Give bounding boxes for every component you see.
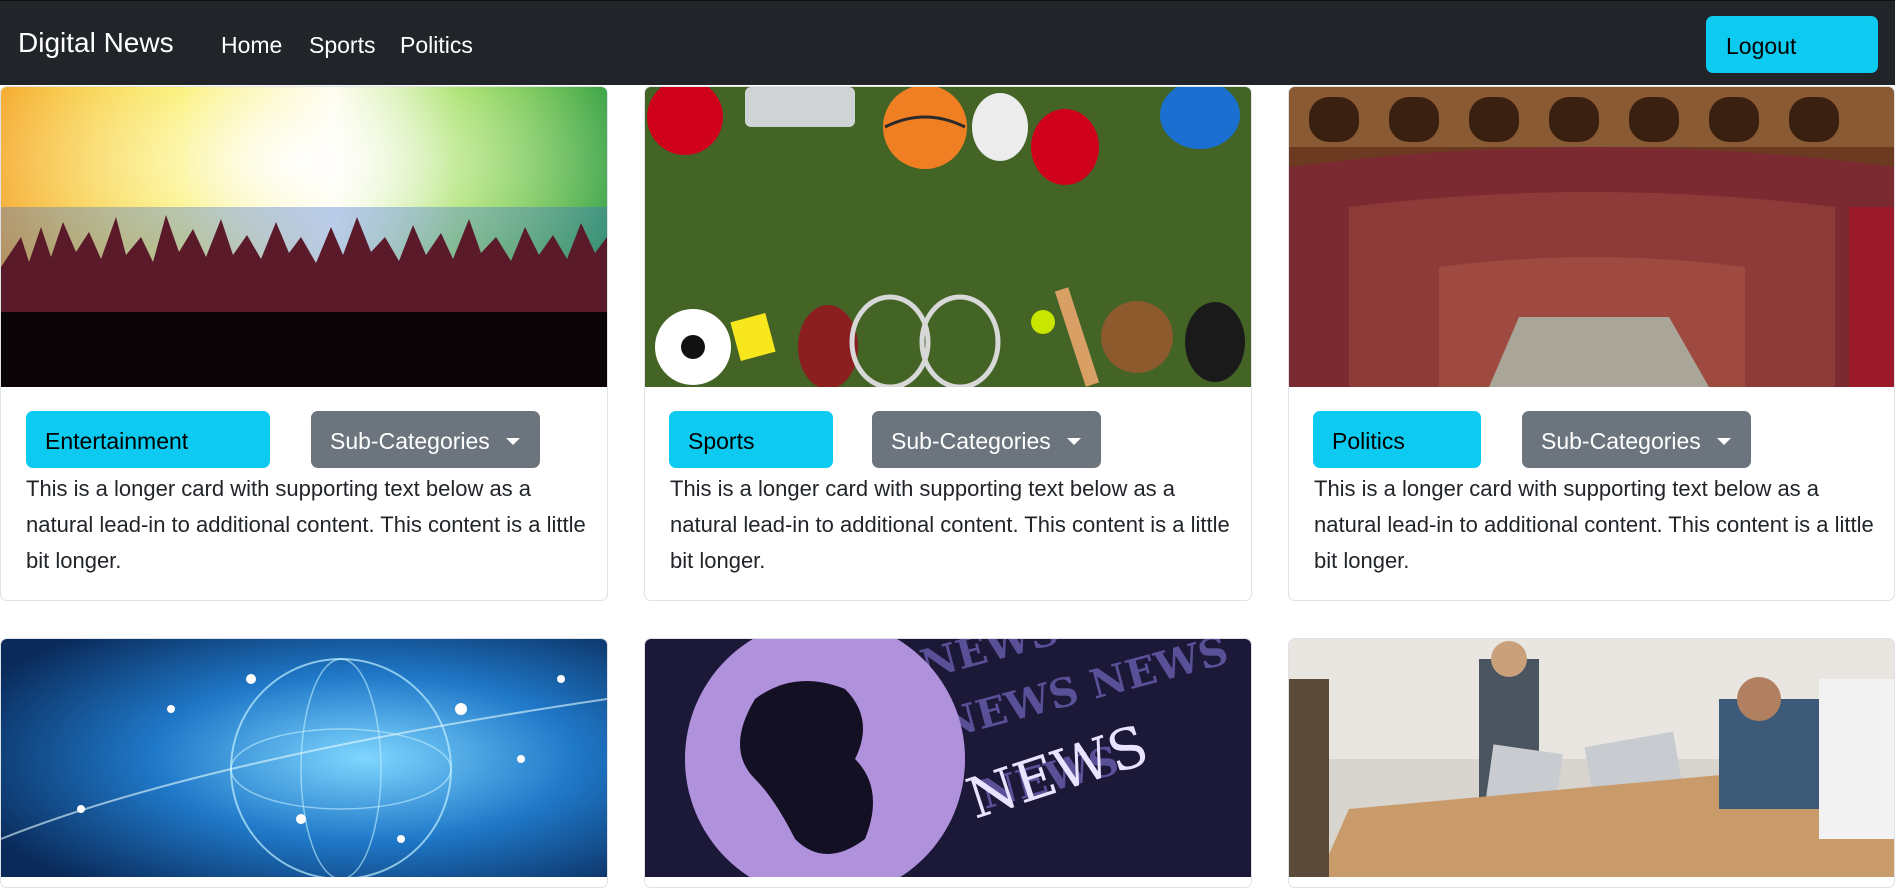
subcategories-label: Sub-Categories: [330, 428, 490, 454]
news-globe-image: NEWS NEWS NEWS NEWS NEWS NEWS: [645, 639, 1251, 877]
card-text: This is a longer card with supporting te…: [1314, 476, 1874, 573]
business-meeting-image: [1289, 639, 1894, 877]
caret-down-icon: [1717, 438, 1731, 445]
subcategories-dropdown[interactable]: Sub-Categories: [872, 411, 1101, 468]
caret-down-icon: [1067, 438, 1081, 445]
logout-button[interactable]: Logout: [1706, 16, 1878, 73]
caret-down-icon: [506, 438, 520, 445]
parliament-chamber-image: [1289, 87, 1894, 387]
concert-crowd-image: [1, 87, 607, 387]
card-text: This is a longer card with supporting te…: [670, 476, 1230, 573]
card-sports: Sports Sub-Categories This is a longer c…: [644, 86, 1252, 601]
sports-equipment-image: [645, 87, 1251, 387]
card-news: NEWS NEWS NEWS NEWS NEWS NEWS: [644, 638, 1252, 888]
global-network-image: [1, 639, 607, 877]
category-entertainment-button[interactable]: Entertainment: [26, 411, 270, 468]
nav-link-politics[interactable]: Politics: [400, 32, 473, 59]
card-text: This is a longer card with supporting te…: [26, 476, 586, 573]
subcategories-dropdown[interactable]: Sub-Categories: [1522, 411, 1751, 468]
navbar: Digital News Home Sports Politics Logout: [0, 0, 1895, 85]
card-business: [1288, 638, 1895, 888]
category-politics-button[interactable]: Politics: [1313, 411, 1481, 468]
category-sports-button[interactable]: Sports: [669, 411, 833, 468]
subcategories-label: Sub-Categories: [891, 428, 1051, 454]
nav-link-sports[interactable]: Sports: [309, 32, 375, 59]
subcategories-dropdown[interactable]: Sub-Categories: [311, 411, 540, 468]
brand-logo[interactable]: Digital News: [18, 27, 174, 59]
nav-link-home[interactable]: Home: [221, 32, 282, 59]
card-entertainment: Entertainment Sub-Categories This is a l…: [0, 86, 608, 601]
card-politics: Politics Sub-Categories This is a longer…: [1288, 86, 1895, 601]
card-world: [0, 638, 608, 888]
subcategories-label: Sub-Categories: [1541, 428, 1701, 454]
